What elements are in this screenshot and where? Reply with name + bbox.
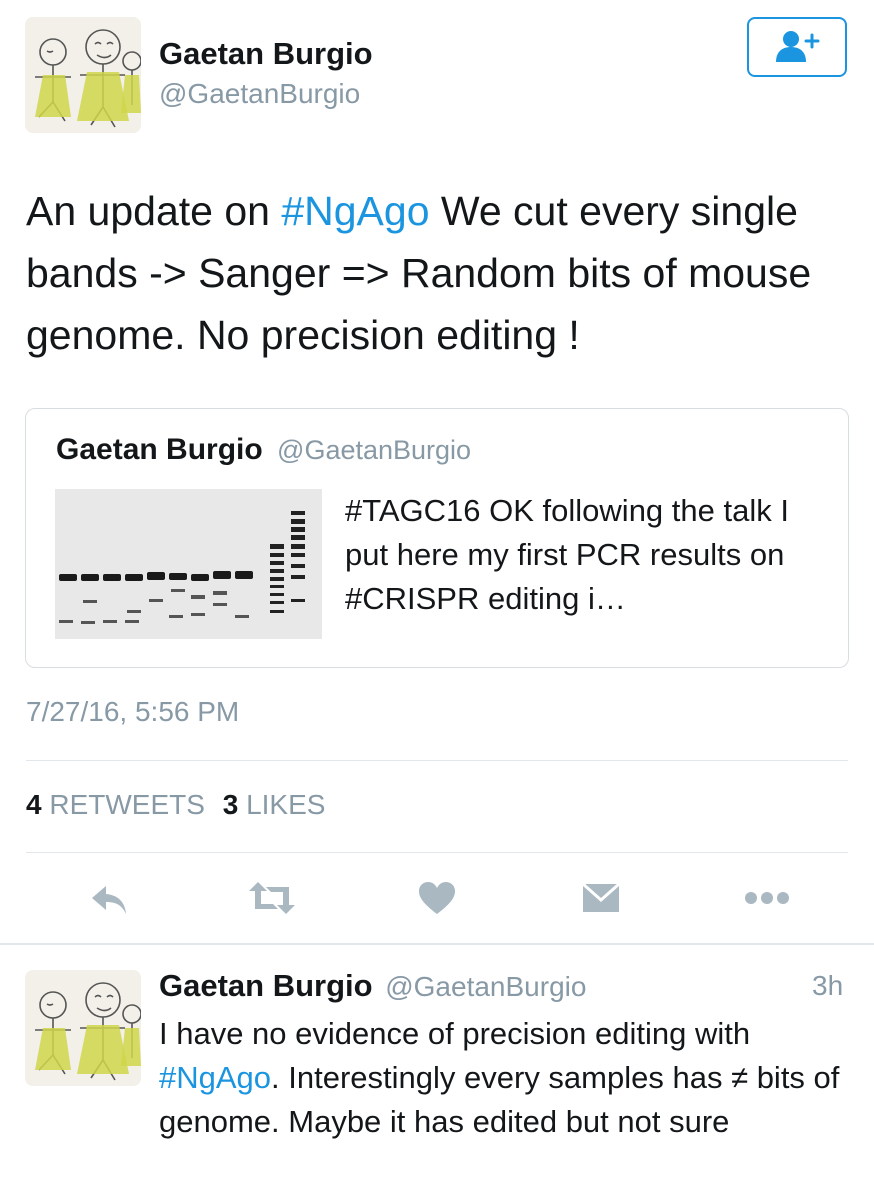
reply-hashtag-link[interactable]: #NgAgo xyxy=(159,1060,271,1095)
quoted-tweet-header: Gaetan Burgio @GaetanBurgio xyxy=(56,433,471,467)
author-avatar[interactable] xyxy=(25,17,141,133)
more-button[interactable] xyxy=(739,873,795,923)
reply-icon xyxy=(92,886,126,914)
likes-count: 3 xyxy=(222,789,239,820)
like-button[interactable] xyxy=(409,873,465,923)
pcr-gel-thumbnail xyxy=(55,489,322,639)
reply-text-part1: I have no evidence of precision editing … xyxy=(159,1016,751,1051)
follow-button[interactable] xyxy=(747,17,847,77)
direct-message-button[interactable] xyxy=(573,873,629,923)
tweet-timestamp: 7/27/16, 5:56 PM xyxy=(26,696,240,727)
likes-stat[interactable]: 3 LIKES xyxy=(223,789,326,820)
add-user-icon xyxy=(776,31,820,62)
divider xyxy=(26,760,848,761)
heart-icon xyxy=(419,882,455,914)
quoted-author-handle: @GaetanBurgio xyxy=(277,435,472,465)
reply-button[interactable] xyxy=(82,875,138,925)
reply-author-name[interactable]: Gaetan Burgio xyxy=(159,968,373,1003)
retweets-count: 4 xyxy=(26,789,42,820)
envelope-icon xyxy=(582,882,620,912)
retweet-icon xyxy=(249,882,295,914)
avatar-drawing xyxy=(25,970,141,1086)
retweet-button[interactable] xyxy=(244,873,300,923)
gel-image[interactable] xyxy=(55,489,322,639)
likes-label: LIKES xyxy=(246,789,326,820)
reply-author-avatar[interactable] xyxy=(25,970,141,1086)
quoted-author-name: Gaetan Burgio xyxy=(56,433,263,466)
avatar-drawing xyxy=(25,17,141,133)
author-name[interactable]: Gaetan Burgio xyxy=(159,36,373,72)
tweet-stats: 4 RETWEETS 3 LIKES xyxy=(26,789,325,821)
reply-header: Gaetan Burgio @GaetanBurgio xyxy=(159,968,586,1004)
tweet-text-part1: An update on xyxy=(26,188,282,234)
retweets-stat[interactable]: 4 RETWEETS xyxy=(26,789,213,820)
retweets-label: RETWEETS xyxy=(49,789,205,820)
section-divider xyxy=(0,943,874,945)
hashtag-link[interactable]: #NgAgo xyxy=(281,188,429,234)
reply-time: 3h xyxy=(812,970,844,1001)
more-icon xyxy=(745,892,789,904)
reply-author-handle[interactable]: @GaetanBurgio xyxy=(385,971,586,1002)
quoted-tweet-card[interactable]: Gaetan Burgio @GaetanBurgio #TAGC16 OK f… xyxy=(25,408,849,668)
divider xyxy=(26,852,848,853)
reply-tweet-text: I have no evidence of precision editing … xyxy=(159,1012,859,1144)
tweet-text: An update on #NgAgo We cut every single … xyxy=(26,180,856,366)
quoted-tweet-text: #TAGC16 OK following the talk I put here… xyxy=(345,493,789,616)
author-handle[interactable]: @GaetanBurgio xyxy=(159,78,360,110)
